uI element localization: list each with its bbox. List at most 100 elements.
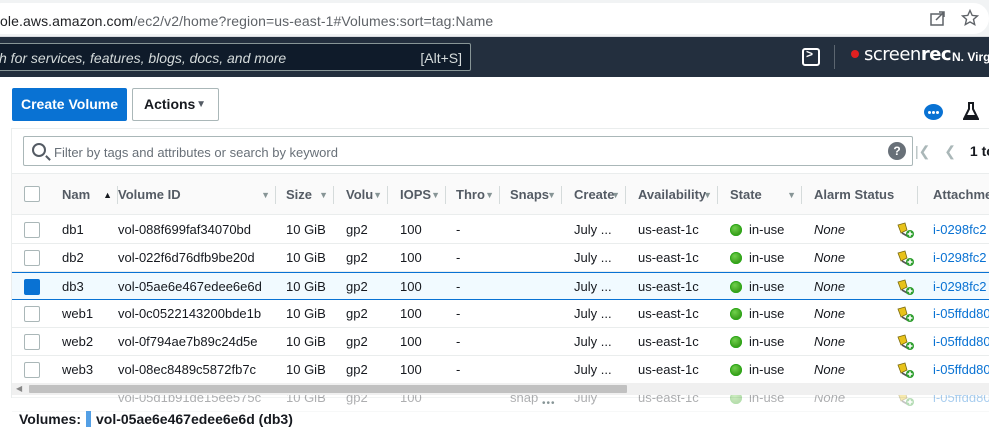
column-header-1[interactable]: Volume ID ▼ [118,174,276,216]
select-all-checkbox[interactable] [24,186,40,202]
row-checkbox[interactable] [24,279,40,295]
horizontal-scrollbar[interactable]: ◀ [12,383,989,395]
cell-attachment[interactable]: i-0298fc2 [933,244,989,272]
column-header-3[interactable]: Volu ▼ [346,174,388,216]
column-header-8[interactable]: Availability ▼ [638,174,718,216]
bookmark-star-icon[interactable] [961,9,979,27]
resize-grip-icon[interactable]: ••• [542,398,556,409]
filter-input[interactable]: Filter by tags and attributes or search … [23,136,913,166]
sort-caret-icon[interactable]: ▼ [703,174,712,216]
sort-caret-icon[interactable]: ▼ [431,174,440,216]
flask-icon[interactable] [963,102,979,121]
scroll-left-icon[interactable]: ◀ [16,383,22,395]
filter-placeholder: Filter by tags and attributes or search … [54,145,338,160]
cloudshell-icon[interactable]: > [802,47,820,66]
table-row[interactable]: db3 vol-05ae6e467edee6e6d 10 GiB gp2 100 - Jul… [12,272,989,300]
column-divider[interactable] [499,186,500,204]
cell-attachment[interactable]: i-0298fc2 [933,216,989,244]
cell-throughput: - [456,306,461,321]
status-success-icon [730,364,742,376]
table-row[interactable]: web3 vol-08ec8489c5872fb7c 10 GiB gp2 100 - Ju… [12,356,989,384]
row-checkbox[interactable] [24,306,40,322]
status-success-icon [730,336,742,348]
column-header-10[interactable]: Alarm Status▼ [814,174,918,216]
scrollbar-thumb[interactable] [29,385,627,393]
column-divider[interactable] [625,186,626,204]
url-path: /ec2/v2/home?region=us-east-1#Volumes:so… [133,13,494,29]
add-alarm-icon[interactable] [896,361,914,379]
prev-page-icon[interactable]: ❮ [944,143,956,159]
sort-caret-icon[interactable]: ▼ [261,174,270,216]
add-alarm-icon[interactable] [896,249,914,267]
first-page-icon[interactable]: |❮ [915,143,930,159]
page-range: 1 to [969,143,989,159]
share-icon[interactable] [929,9,947,27]
cell-size: 10 GiB [286,362,326,377]
add-alarm-icon[interactable] [896,333,914,351]
cell-created: July ... [574,334,612,349]
search-icon [32,143,46,157]
cell-size: 10 GiB [286,334,326,349]
feedback-chat-icon[interactable] [924,104,943,120]
cell-iops: 100 [400,362,422,377]
sort-caret-icon[interactable]: ▼ [787,174,796,216]
row-checkbox[interactable] [24,222,40,238]
column-header-label: Attachme [933,187,989,202]
sort-caret-icon[interactable]: ▼ [611,174,620,216]
details-prefix: Volumes: [19,411,81,427]
column-header-6[interactable]: Snaps ▼ [510,174,562,216]
sort-caret-icon[interactable]: ▼ [373,174,382,216]
row-checkbox[interactable] [24,334,40,350]
column-divider[interactable] [801,186,802,204]
add-alarm-icon[interactable] [896,221,914,239]
column-header-0[interactable]: Nam ▲ [62,174,118,216]
cell-attachment[interactable]: i-05ffdd80 [933,300,989,328]
column-header-9[interactable]: State ▼ [730,174,802,216]
column-divider[interactable] [387,186,388,204]
column-header-5[interactable]: Thro ▼ [456,174,500,216]
column-header-4[interactable]: IOPS ▼ [400,174,446,216]
cell-snapshot [510,328,562,356]
column-divider[interactable] [333,186,334,204]
column-divider[interactable] [445,186,446,204]
search-placeholder: h for services, features, blogs, docs, a… [0,50,287,66]
sort-asc-icon[interactable]: ▲ [103,174,112,216]
column-header-11[interactable]: Attachme [933,174,989,216]
cell-created: July ... [574,306,612,321]
cell-az: us-east-1c [638,334,699,349]
table-row[interactable]: web2 vol-0f794ae7b89c24d5e 10 GiB gp2 100 - Ju… [12,328,989,356]
sort-caret-icon[interactable]: ▼ [485,174,494,216]
cell-iops: 100 [400,306,422,321]
services-search-input[interactable]: h for services, features, blogs, docs, a… [0,43,471,71]
column-divider[interactable] [917,186,918,204]
create-volume-button[interactable]: Create Volume [12,88,127,121]
cell-attachment[interactable]: i-05ffdd80 [933,356,989,384]
url-field[interactable]: ole.aws.amazon.com/ec2/v2/home?region=us… [0,3,989,34]
table-row[interactable]: web1 vol-0c0522143200bde1b 10 GiB gp2 100 - Ju… [12,300,989,328]
cell-attachment[interactable]: i-0298fc2 [933,273,989,301]
column-header-label: State [730,187,762,202]
column-divider[interactable] [275,186,276,204]
browser-address-bar: ole.aws.amazon.com/ec2/v2/home?region=us… [0,0,989,37]
row-checkbox[interactable] [24,362,40,378]
actions-button[interactable]: Actions ▼ [132,88,219,121]
table-row[interactable]: db1 vol-088f699faf34070bd 10 GiB gp2 100 - Jul… [12,216,989,244]
column-divider[interactable] [561,186,562,204]
aws-top-nav: h for services, features, blogs, docs, a… [0,37,989,77]
sort-caret-icon[interactable]: ▼ [547,174,556,216]
table-row[interactable]: db2 vol-022f6d76dfb9be20d 10 GiB gp2 100 - Jul… [12,244,989,272]
column-header-7[interactable]: Create ▼ [574,174,626,216]
sort-caret-icon[interactable]: ▼ [319,174,328,216]
cell-volume-id: vol-088f699faf34070bd [118,222,252,237]
cell-name: db3 [62,279,84,294]
help-icon[interactable]: ? [888,142,906,160]
region-selector[interactable]: N. Virg [952,50,989,64]
add-alarm-icon[interactable] [896,305,914,323]
add-alarm-icon[interactable] [896,278,914,296]
cell-attachment[interactable]: i-05ffdd80 [933,328,989,356]
row-checkbox[interactable] [24,250,40,266]
cell-state: in-use [730,216,802,244]
column-header-2[interactable]: Size ▼ [286,174,334,216]
cell-az: us-east-1c [638,279,699,294]
column-divider[interactable] [717,186,718,204]
